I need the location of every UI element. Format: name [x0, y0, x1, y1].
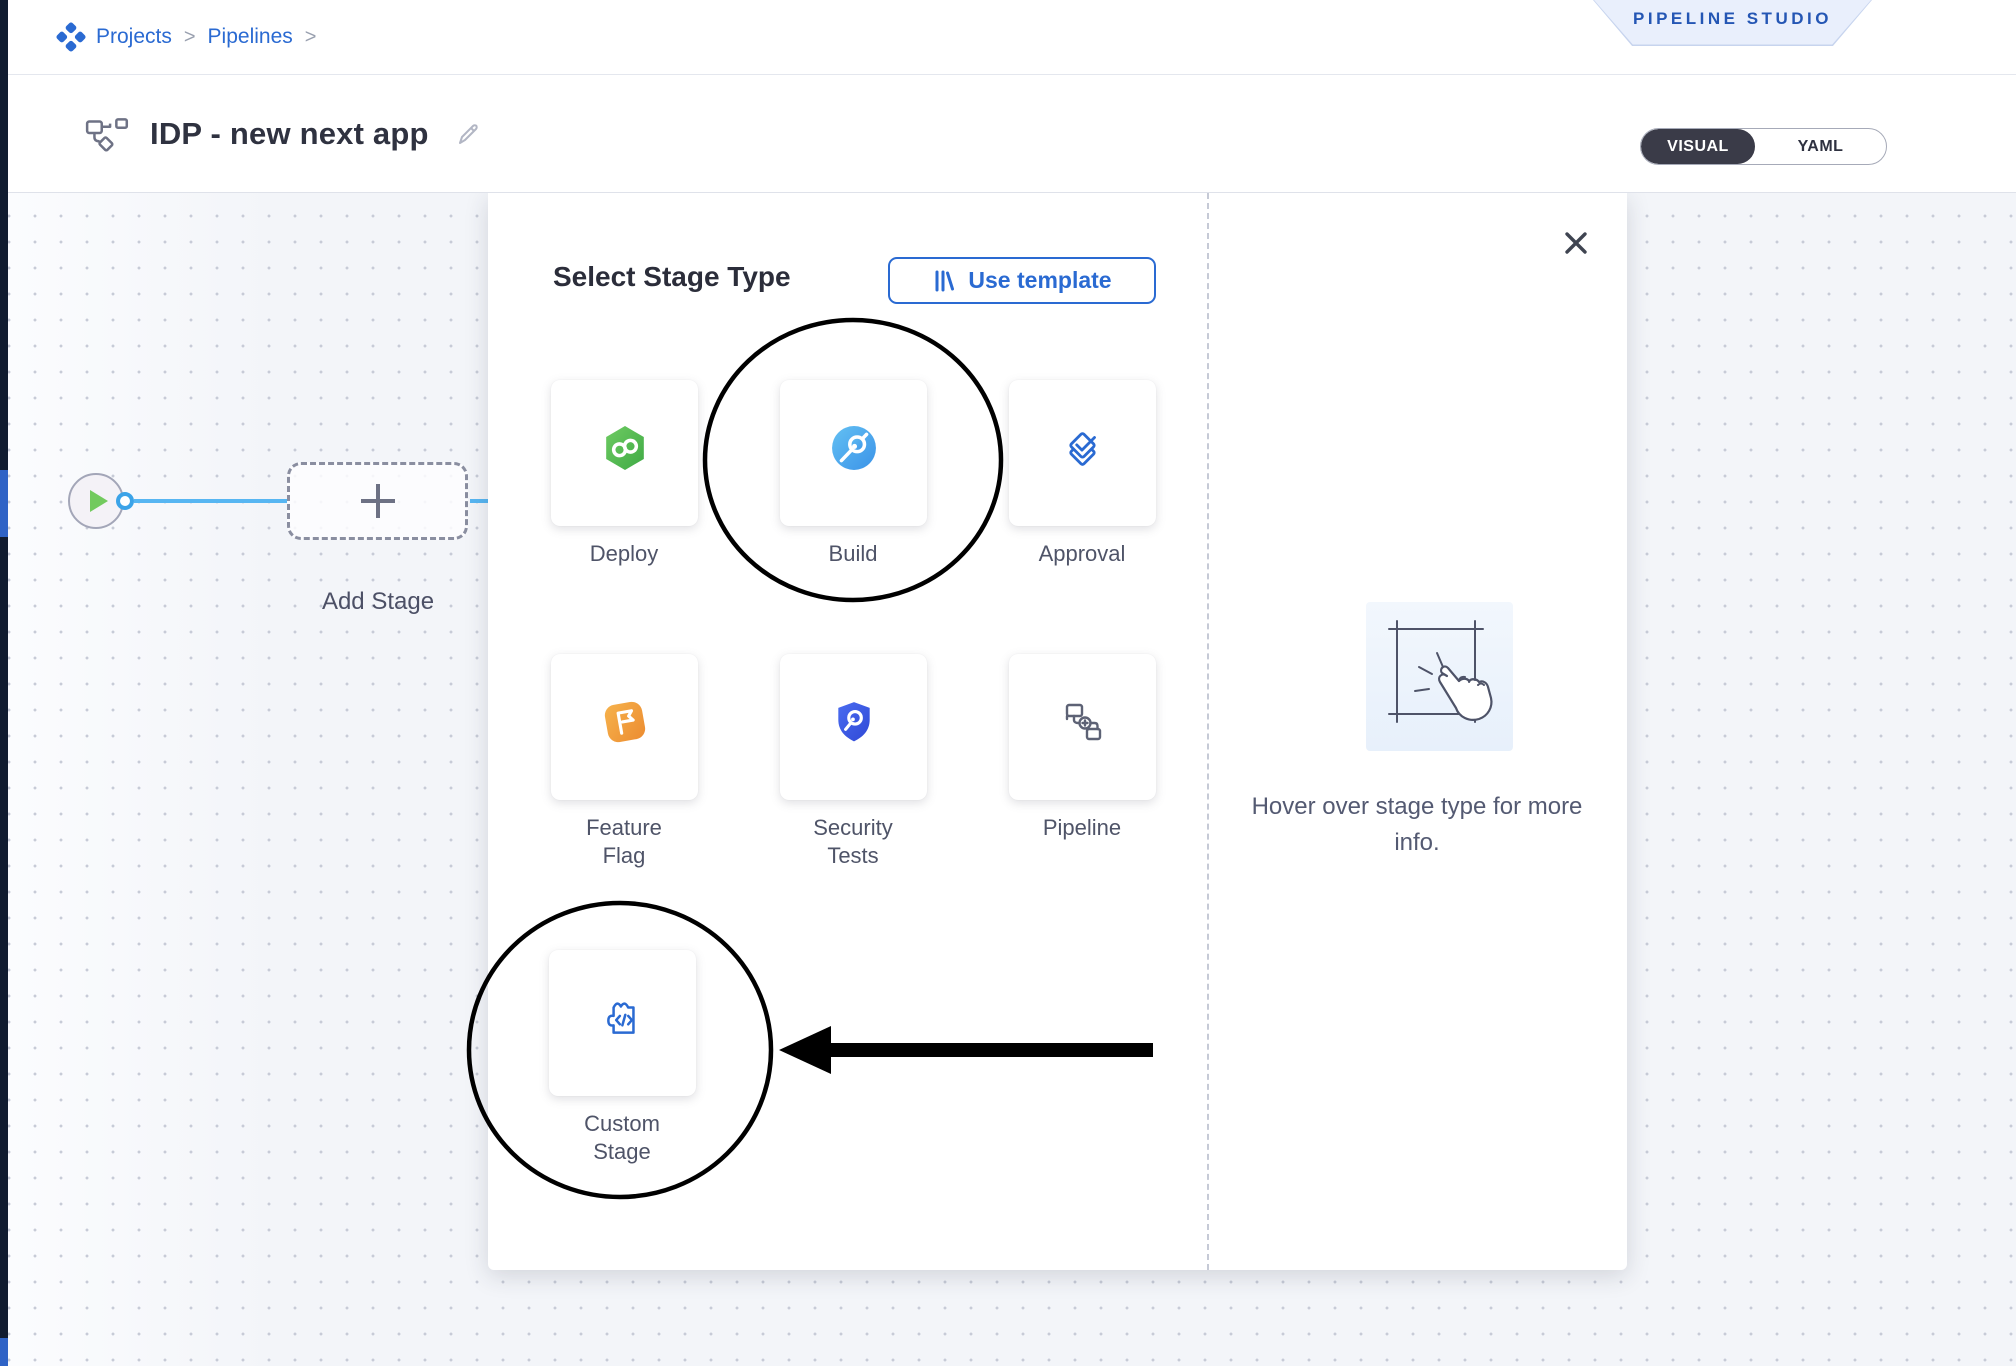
- breadcrumb-separator: >: [182, 26, 198, 49]
- feature-flag-icon: [602, 699, 648, 745]
- edit-title-icon[interactable]: [453, 119, 483, 149]
- stage-card-approval[interactable]: [1009, 380, 1156, 526]
- hover-info-illustration: [1366, 602, 1513, 751]
- title-bar: IDP - new next app VISUAL YAML: [8, 75, 2016, 193]
- pipeline-studio-badge: PIPELINE STUDIO: [1593, 0, 1872, 46]
- stage-card-build[interactable]: [780, 380, 927, 526]
- select-stage-dialog: Select Stage Type Use template: [488, 193, 1627, 1270]
- use-template-label: Use template: [968, 267, 1111, 294]
- stage-label: Build: [798, 540, 908, 568]
- deploy-cd-icon: [602, 425, 648, 471]
- stage-card-feature-flag[interactable]: [551, 654, 698, 800]
- play-icon: [90, 490, 108, 512]
- stage-card-security-tests[interactable]: [780, 654, 927, 800]
- pipeline-stage-icon: [1059, 700, 1107, 744]
- template-library-icon: [932, 269, 956, 293]
- breadcrumb-pipelines[interactable]: Pipelines: [208, 25, 293, 49]
- toggle-yaml[interactable]: YAML: [1755, 129, 1886, 164]
- add-stage-label: Add Stage: [288, 588, 468, 616]
- pipeline-studio-screen: Projects > Pipelines > PIPELINE STUDIO I…: [0, 0, 2016, 1366]
- use-template-button[interactable]: Use template: [888, 257, 1156, 304]
- breadcrumb-bar: Projects > Pipelines > PIPELINE STUDIO: [8, 0, 2016, 75]
- dialog-title: Select Stage Type: [553, 261, 791, 293]
- nav-rail-highlight: [0, 470, 8, 537]
- page-title: IDP - new next app: [150, 116, 429, 152]
- stage-label: Custom Stage: [567, 1110, 677, 1166]
- build-ci-icon: [831, 425, 877, 471]
- approval-icon: [1060, 425, 1106, 471]
- breadcrumb-projects[interactable]: Projects: [96, 25, 172, 49]
- breadcrumb: Projects > Pipelines >: [56, 0, 318, 74]
- left-nav-rail: [0, 0, 8, 1366]
- security-tests-icon: [831, 699, 877, 745]
- toggle-visual[interactable]: VISUAL: [1641, 129, 1755, 164]
- stage-label: Security Tests: [798, 814, 908, 870]
- start-node-port: [116, 492, 134, 510]
- breadcrumb-separator: >: [303, 26, 319, 49]
- dialog-divider: [1207, 193, 1209, 1270]
- pipeline-studio-badge-label: PIPELINE STUDIO: [1633, 9, 1832, 29]
- plus-icon: [361, 484, 395, 518]
- view-toggle: VISUAL YAML: [1640, 128, 1887, 165]
- stage-label: Pipeline: [1027, 814, 1137, 842]
- custom-stage-icon: [600, 995, 646, 1041]
- stage-card-deploy[interactable]: [551, 380, 698, 526]
- close-icon[interactable]: [1556, 223, 1596, 263]
- projects-grid-icon[interactable]: [56, 22, 86, 52]
- edge-connector: [470, 499, 490, 503]
- stage-card-pipeline[interactable]: [1009, 654, 1156, 800]
- stage-label: Feature Flag: [569, 814, 679, 870]
- add-stage-node[interactable]: [287, 462, 468, 540]
- stage-label: Deploy: [569, 540, 679, 568]
- pipeline-icon: [84, 116, 132, 152]
- nav-rail-highlight-bottom: [0, 1338, 8, 1366]
- hover-hint-text: Hover over stage type for more info.: [1232, 789, 1602, 861]
- stage-card-custom-stage[interactable]: [549, 950, 696, 1096]
- edge-connector: [134, 499, 287, 503]
- stage-label: Approval: [1027, 540, 1137, 568]
